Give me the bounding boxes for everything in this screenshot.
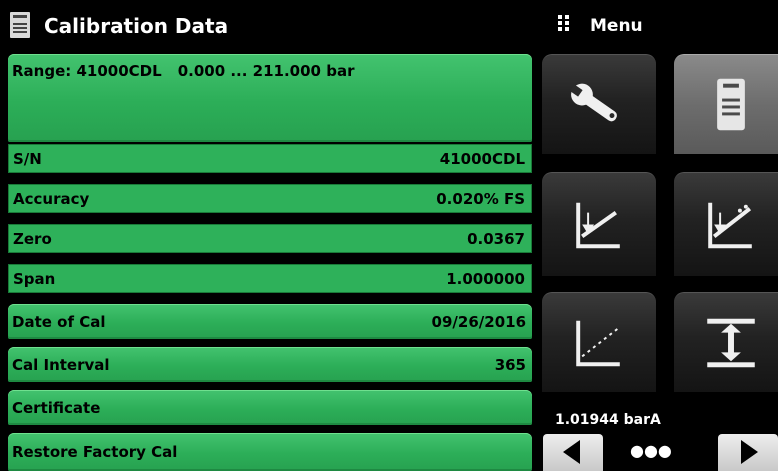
certificate-label: Certificate — [12, 398, 101, 417]
cal-interval-button[interactable]: Cal Interval 365 — [8, 347, 532, 382]
page-title: Calibration Data — [44, 14, 229, 38]
date-of-cal-value: 09/26/2016 — [431, 312, 526, 331]
calibration-chart-down-icon — [576, 202, 620, 249]
linearization-tile[interactable] — [542, 292, 656, 392]
accuracy-row: Accuracy 0.020% FS — [8, 184, 532, 213]
menu-grip-icon[interactable] — [557, 13, 571, 33]
certificate-button[interactable]: Certificate — [8, 390, 532, 425]
zero-row: Zero 0.0367 — [8, 224, 532, 253]
span-calibration-tile[interactable] — [674, 172, 778, 276]
document-icon — [10, 12, 30, 38]
accuracy-label: Accuracy — [13, 189, 90, 208]
calibration-data-list: Range: 41000CDL 0.000 ... 211.000 bar S/… — [8, 54, 532, 471]
previous-page-button[interactable] — [543, 434, 603, 471]
span-adjust-tile[interactable] — [674, 292, 778, 392]
wrench-icon — [569, 83, 617, 122]
menu-label[interactable]: Menu — [590, 16, 643, 36]
span-value: 1.000000 — [446, 269, 525, 288]
title-bar: Calibration Data Menu — [0, 0, 778, 50]
document-icon — [717, 78, 745, 131]
zero-value: 0.0367 — [467, 229, 525, 248]
cal-interval-label: Cal Interval — [12, 355, 110, 374]
range-label: Range: 41000CDL — [12, 62, 162, 80]
zero-label: Zero — [13, 229, 52, 248]
triangle-left-icon — [563, 440, 580, 464]
calibration-data-tile[interactable] — [674, 54, 778, 154]
span-arrow-icon — [707, 318, 755, 368]
tools-tile[interactable] — [542, 54, 656, 154]
barometric-reading: 1.01944 barA — [555, 412, 661, 428]
date-of-cal-button[interactable]: Date of Cal 09/26/2016 — [8, 304, 532, 339]
date-of-cal-label: Date of Cal — [12, 312, 106, 331]
range-row[interactable]: Range: 41000CDL 0.000 ... 211.000 bar — [8, 54, 532, 142]
sn-row: S/N 41000CDL — [8, 144, 532, 173]
sn-value: 41000CDL — [439, 149, 525, 168]
span-row: Span 1.000000 — [8, 264, 532, 293]
triangle-right-icon — [741, 440, 758, 464]
zero-calibration-tile[interactable] — [542, 172, 656, 276]
span-label: Span — [13, 269, 56, 288]
linear-chart-icon — [576, 320, 620, 367]
range-value: 0.000 ... 211.000 bar — [177, 62, 355, 80]
sn-label: S/N — [13, 149, 42, 168]
cal-interval-value: 365 — [494, 355, 526, 374]
accuracy-value: 0.020% FS — [436, 189, 525, 208]
next-page-button[interactable] — [718, 434, 778, 471]
restore-factory-cal-label: Restore Factory Cal — [12, 443, 178, 461]
page-indicator: ●●● — [630, 441, 672, 460]
calibration-chart-up-icon — [708, 202, 752, 249]
restore-factory-cal-button[interactable]: Restore Factory Cal — [8, 433, 532, 471]
